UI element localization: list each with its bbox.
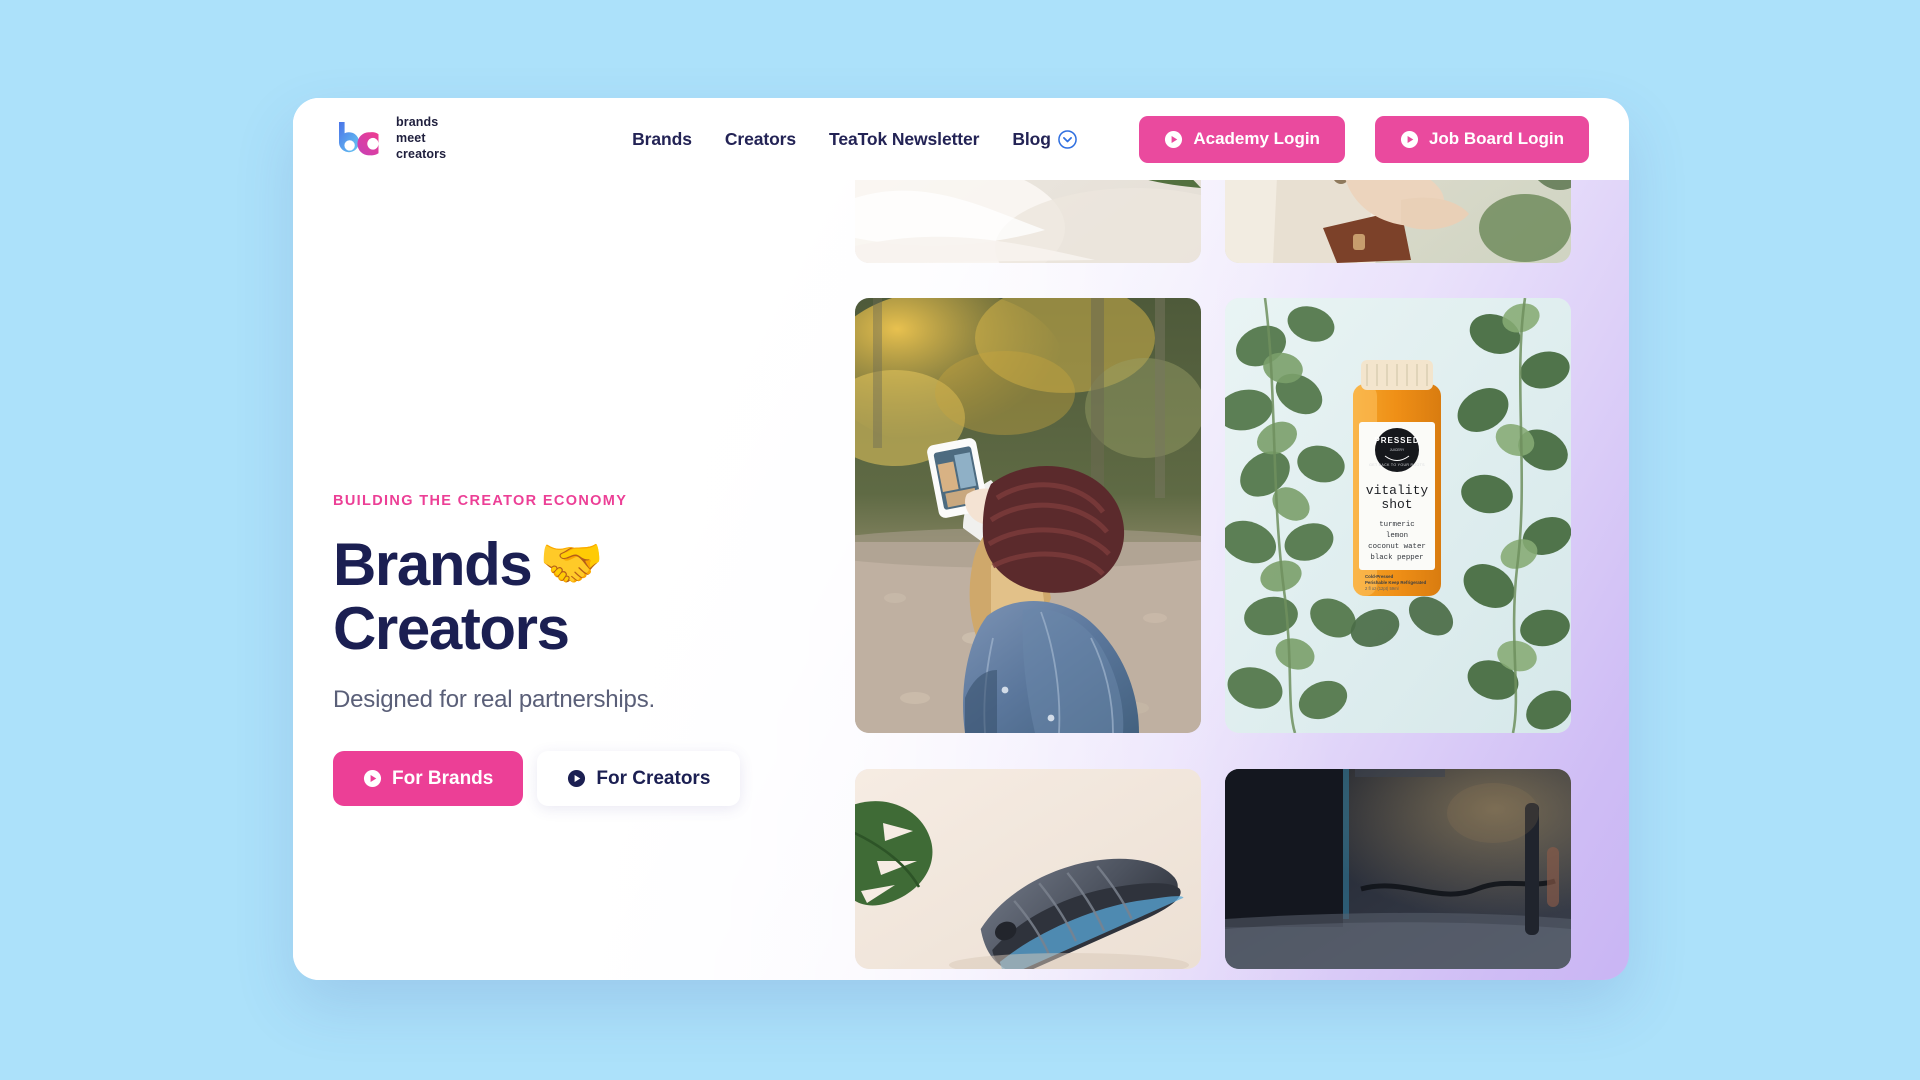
gallery-tile-workspace[interactable] [1225, 768, 1571, 969]
gallery-tile-sneaker[interactable] [855, 768, 1201, 969]
nav-item-blog-label: Blog [1012, 128, 1051, 149]
main-navigation: Brands Creators TeaTok Newsletter Blog [632, 129, 1077, 150]
hero-subhead: Designed for real partnerships. [333, 686, 655, 714]
product-brand-text: PRESSED [1374, 436, 1419, 445]
for-creators-label: For Creators [596, 767, 711, 789]
brand-logo[interactable]: brands meet creators [333, 115, 446, 163]
brand-logo-text: brands meet creators [396, 115, 446, 163]
job-board-login-label: Job Board Login [1428, 129, 1564, 148]
logo-text-line-1: brands [396, 115, 439, 130]
play-circle-icon [1164, 130, 1183, 149]
play-circle-icon [363, 769, 382, 788]
product-name-line-2: shot [1381, 497, 1412, 512]
page-root: brands meet creators Brands Creators Tea… [0, 0, 1920, 1080]
for-brands-button[interactable]: For Brands [333, 751, 524, 807]
page-title: Brands 🤝 Creators [333, 533, 853, 660]
nav-item-creators[interactable]: Creators [725, 129, 796, 150]
product-ingredient-2: lemon [1386, 532, 1408, 540]
product-ingredient-3: coconut water [1368, 543, 1426, 551]
header-actions: Academy Login Job Board Login [1139, 115, 1589, 163]
for-brands-label: For Brands [392, 767, 494, 789]
nav-item-brands[interactable]: Brands [632, 129, 692, 150]
site-header: brands meet creators Brands Creators Tea… [293, 98, 1629, 180]
chevron-down-circle-icon[interactable] [1058, 129, 1077, 149]
for-creators-button[interactable]: For Creators [537, 751, 741, 807]
nav-item-teatok-newsletter[interactable]: TeaTok Newsletter [829, 129, 979, 150]
logo-text-line-3: creators [396, 146, 447, 161]
play-circle-icon [1400, 130, 1419, 149]
gallery-tile-vitality-shot[interactable]: PRESSED JUICERY GET BACK TO YOUR ROOTS v… [1225, 298, 1571, 734]
product-ingredient-4: black pepper [1370, 554, 1423, 562]
academy-login-button[interactable]: Academy Login [1139, 115, 1345, 163]
hero-image-gallery: PRESSED JUICERY GET BACK TO YOUR ROOTS v… [855, 98, 1629, 980]
headline-line-2: Creators [333, 594, 570, 662]
job-board-login-button[interactable]: Job Board Login [1374, 115, 1589, 163]
hero-content: BUILDING THE CREATOR ECONOMY Brands 🤝 Cre… [333, 493, 853, 807]
bc-logo-icon [333, 119, 385, 159]
logo-text-line-2: meet [396, 131, 426, 146]
nav-item-blog[interactable]: Blog [1012, 128, 1077, 150]
play-circle-icon [567, 769, 586, 788]
hero-cta-row: For Brands For Creators [333, 751, 853, 807]
product-ingredient-1: turmeric [1379, 521, 1414, 529]
hero-card: brands meet creators Brands Creators Tea… [293, 98, 1629, 980]
product-tagline-text: GET BACK TO YOUR ROOTS [1369, 463, 1425, 467]
hero-eyebrow: BUILDING THE CREATOR ECONOMY [333, 493, 628, 509]
product-name-line-1: vitality [1366, 483, 1429, 498]
academy-login-label: Academy Login [1193, 129, 1320, 148]
svg-text:JUICERY: JUICERY [1390, 448, 1405, 452]
gallery-tile-creator-photographer[interactable] [855, 298, 1201, 734]
handshake-emoji-icon: 🤝 [539, 535, 604, 593]
headline-line-1: Brands [333, 531, 533, 598]
